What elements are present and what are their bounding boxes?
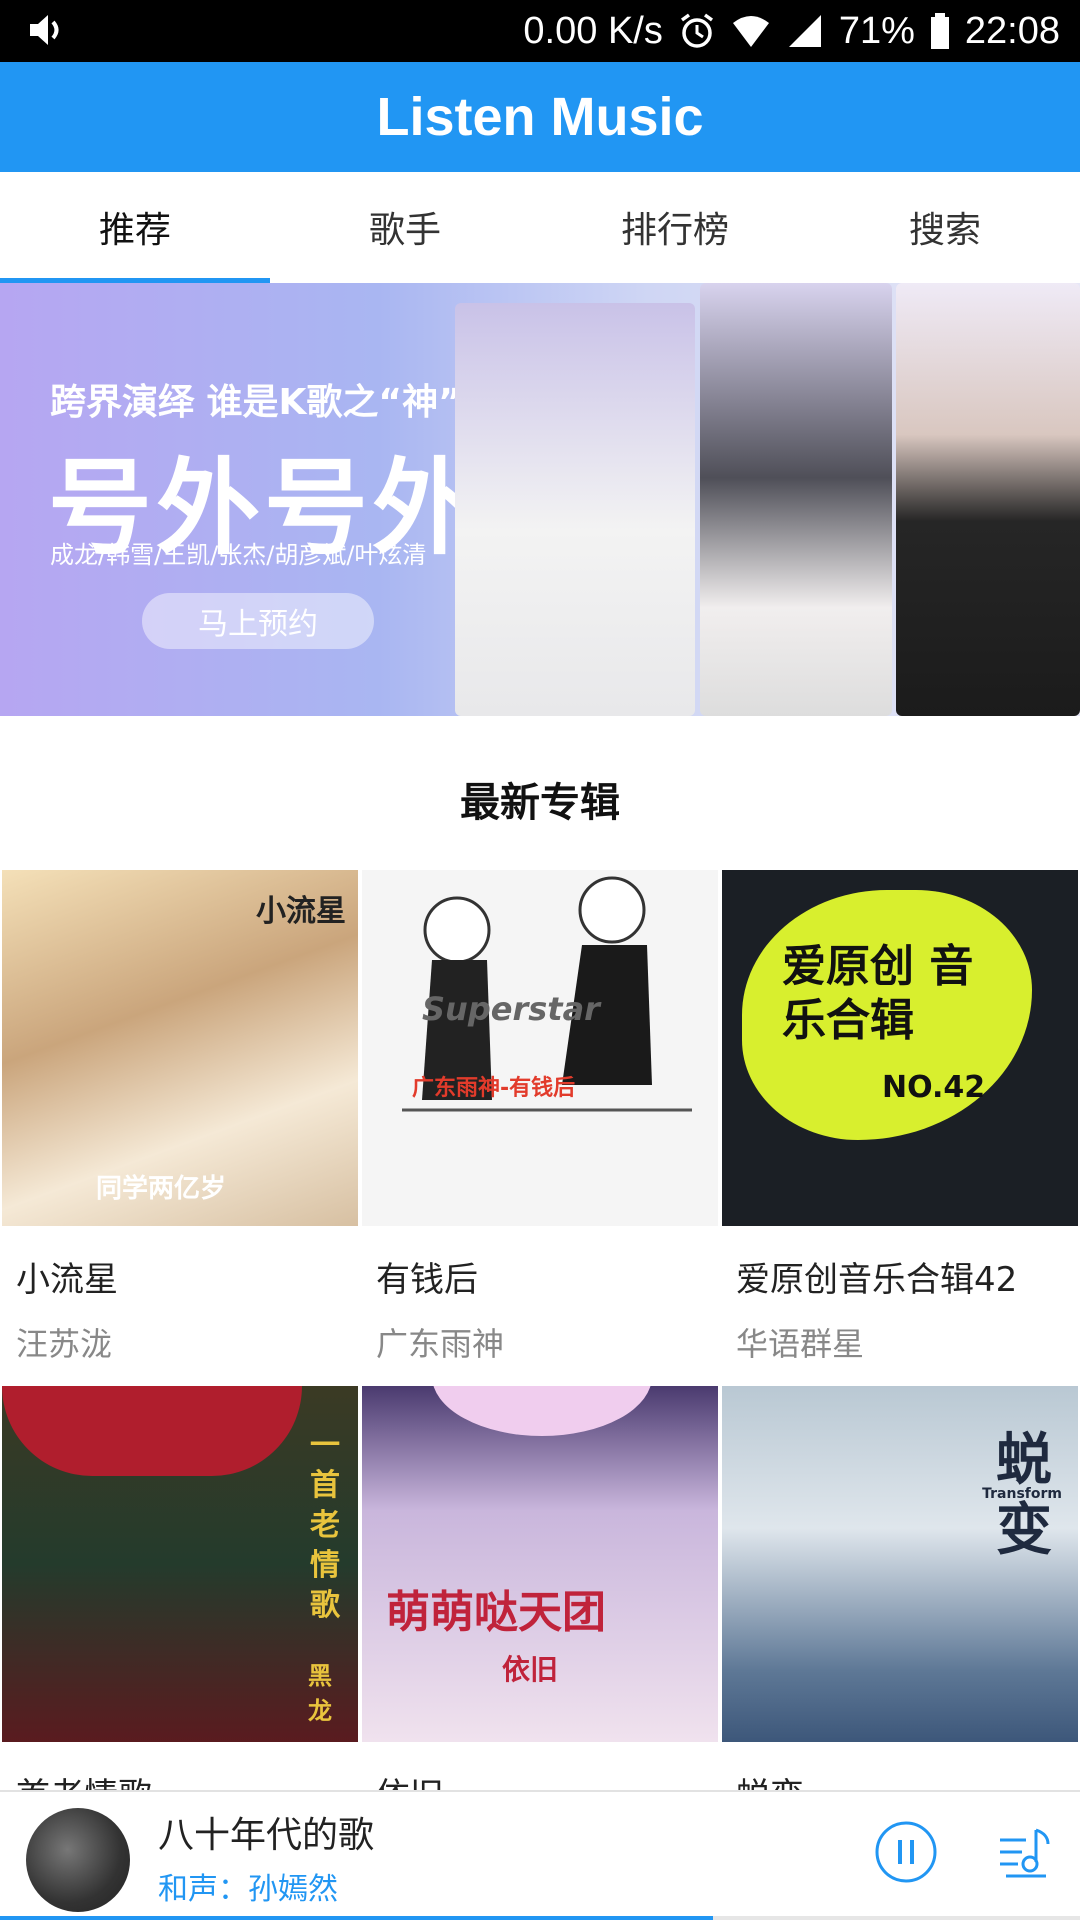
battery-percent: 71% — [838, 9, 915, 52]
tab-bar: 推荐 歌手 排行榜 搜索 — [0, 172, 1080, 282]
clock: 22:08 — [964, 9, 1060, 52]
tab-search[interactable]: 搜索 — [810, 172, 1080, 282]
playlist-icon[interactable] — [996, 1822, 1056, 1882]
album-title: 小流星 — [16, 1260, 118, 1300]
signal-icon — [788, 15, 821, 47]
reserve-button[interactable]: 马上预约 — [142, 593, 374, 649]
promo-banner[interactable]: 跨界演绎 谁是K歌之“神” 号外号外 成龙/韩雪/王凯/张杰/胡彦斌/叶炫清 马… — [0, 283, 1080, 716]
now-playing-artist: 和声：孙嫣然 — [158, 1872, 338, 1907]
banner-photo-2 — [700, 283, 892, 716]
cover-text: 萌萌哒天团 — [386, 1587, 606, 1638]
playback-progress-fill — [0, 1916, 713, 1920]
banner-photo-1 — [455, 303, 695, 716]
cover-tag: Transform — [982, 1486, 1062, 1502]
album-cover[interactable]: Superstar 广东雨神-有钱后 — [362, 870, 718, 1226]
wifi-icon — [732, 16, 769, 47]
cover-tag: NO.42 — [882, 1070, 986, 1105]
album-artist: 华语群星 — [736, 1325, 865, 1363]
volume-icon — [30, 15, 59, 45]
playback-progress[interactable] — [0, 1916, 1080, 1920]
banner-photo-3 — [896, 283, 1080, 716]
cover-tag: 黑龙 — [308, 1662, 332, 1725]
cover-illustration — [402, 876, 692, 1112]
app-bar: Listen Music — [0, 62, 1080, 172]
now-playing-cover[interactable] — [26, 1808, 130, 1912]
cover-text: 广东雨神-有钱后 — [412, 1076, 576, 1101]
tab-singers[interactable]: 歌手 — [270, 172, 540, 282]
cover-text: 爱原创 音乐合辑 — [782, 941, 974, 1046]
album-cover[interactable]: 蜕变 Transform — [722, 1386, 1078, 1742]
album-artist: 汪苏泷 — [16, 1325, 113, 1363]
album-card[interactable]: 萌萌哒天团 依旧 依旧 — [362, 1386, 718, 1835]
tab-recommend[interactable]: 推荐 — [0, 172, 270, 282]
status-bar: 0.00 K/s 71% 22:08 — [0, 0, 1080, 62]
alarm-icon — [680, 13, 713, 48]
album-cover[interactable]: 爱原创 音乐合辑 NO.42 — [722, 870, 1078, 1226]
cover-moon — [432, 1386, 652, 1436]
cover-umbrella — [2, 1386, 302, 1476]
album-cover[interactable]: 萌萌哒天团 依旧 — [362, 1386, 718, 1742]
cover-tag: 小流星 — [256, 894, 346, 929]
tab-charts[interactable]: 排行榜 — [540, 172, 810, 282]
network-speed: 0.00 K/s — [523, 9, 663, 52]
album-card[interactable]: Superstar 广东雨神-有钱后 有钱后 广东雨神 — [362, 870, 718, 1365]
battery-icon — [930, 13, 949, 49]
album-card[interactable]: 爱原创 音乐合辑 NO.42 爱原创音乐合辑42 华语群星 — [722, 870, 1078, 1365]
album-cover[interactable]: 小流星 同学两亿岁 — [2, 870, 358, 1226]
banner-headline: 跨界演绎 谁是K歌之“神” — [50, 382, 462, 423]
pause-icon[interactable] — [874, 1820, 938, 1884]
cover-text: 同学两亿岁 — [96, 1174, 227, 1204]
album-title: 爱原创音乐合辑42 — [736, 1260, 1018, 1300]
album-card[interactable]: 小流星 同学两亿岁 小流星 汪苏泷 — [2, 870, 358, 1365]
album-title: 有钱后 — [376, 1260, 478, 1300]
album-card[interactable]: 一首老情歌 黑龙 首老情歌 — [2, 1386, 358, 1835]
status-right: 0.00 K/s 71% 22:08 — [523, 0, 1060, 62]
app-title: Listen Music — [376, 87, 704, 147]
now-playing-title: 八十年代的歌 — [158, 1815, 375, 1856]
cover-tag: 依旧 — [502, 1653, 559, 1686]
album-cover[interactable]: 一首老情歌 黑龙 — [2, 1386, 358, 1742]
cover-text: 一首老情歌 — [310, 1428, 340, 1623]
banner-names: 成龙/韩雪/王凯/张杰/胡彦斌/叶炫清 — [50, 541, 427, 569]
mini-player[interactable]: 八十年代的歌 和声：孙嫣然 — [0, 1790, 1080, 1922]
album-artist: 广东雨神 — [376, 1325, 505, 1363]
album-card[interactable]: 蜕变 Transform 蜕变 — [722, 1386, 1078, 1835]
cover-tag: Superstar — [422, 990, 600, 1028]
section-title: 最新专辑 — [460, 780, 620, 826]
